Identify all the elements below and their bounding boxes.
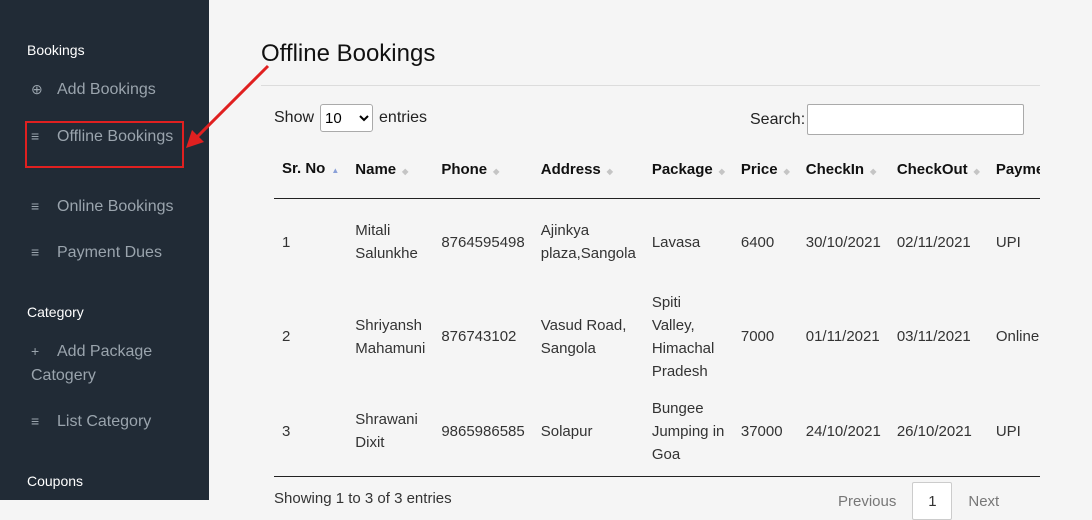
plus-icon: + <box>31 343 40 359</box>
sort-icon: ◆ <box>402 167 409 176</box>
sidebar-section-coupons: Coupons <box>27 473 84 489</box>
cell-payment: Online <box>995 328 1040 345</box>
page-length-control: Show 10 entries <box>274 104 427 132</box>
main-content: Offline Bookings Show 10 entries Search:… <box>209 0 1092 520</box>
cell-phone: 876743102 <box>441 328 517 345</box>
cell-address: Solapur <box>540 422 593 440</box>
cell-price: 37000 <box>740 422 783 440</box>
page-length-select[interactable]: 10 <box>320 104 374 132</box>
header-sr-no[interactable]: Sr. No ▲ <box>274 141 348 199</box>
cell-payment: UPI <box>995 233 1021 251</box>
cell-checkin: 30/10/2021 <box>805 233 881 251</box>
cell-sr-no: 3 <box>282 422 291 440</box>
cell-payment: UPI <box>995 422 1021 440</box>
cell-price: 6400 <box>740 233 775 251</box>
sidebar-item-online-bookings[interactable]: ≡ Online Bookings <box>31 194 201 219</box>
cell-checkin: 01/11/2021 <box>805 328 880 345</box>
sort-icon: ◆ <box>606 167 613 176</box>
cell-sr-no: 1 <box>282 233 291 251</box>
search-input[interactable] <box>807 104 1025 135</box>
cell-package: Lavasa <box>651 233 701 251</box>
list-icon: ≡ <box>31 413 40 429</box>
cell-name: Shriyansh Mahamuni <box>355 316 426 357</box>
cell-sr-no: 2 <box>282 328 291 345</box>
search-control: Search: <box>750 104 1025 135</box>
entries-label: entries <box>379 109 428 126</box>
header-payment[interactable]: Payment <box>987 141 1040 199</box>
sidebar-item-add-bookings[interactable]: ⊕ Add Bookings <box>31 77 201 102</box>
header-address[interactable]: Address ◆ <box>532 141 644 199</box>
next-button[interactable]: Next <box>968 493 999 510</box>
cell-package: Bungee Jumping in Goa <box>651 399 725 463</box>
page-title: Offline Bookings <box>261 40 436 67</box>
previous-button[interactable]: Previous <box>838 493 896 510</box>
show-label: Show <box>274 109 315 126</box>
list-icon: ≡ <box>31 198 40 214</box>
cell-name: Shrawani Dixit <box>355 411 418 451</box>
table-info: Showing 1 to 3 of 3 entries <box>274 490 452 507</box>
header-price[interactable]: Price ◆ <box>732 141 798 199</box>
bookings-table-container: Sr. No ▲ Name ◆ Phone ◆ Address ◆ Package ◆ P… <box>274 141 1040 477</box>
bookings-table: Sr. No ▲ Name ◆ Phone ◆ Address ◆ Package ◆ P… <box>274 141 1040 474</box>
sort-asc-icon: ▲ <box>331 165 340 175</box>
sidebar-item-payment-dues[interactable]: ≡ Payment Dues <box>31 240 201 265</box>
table-header-row: Sr. No ▲ Name ◆ Phone ◆ Address ◆ Package ◆ P… <box>274 141 1040 199</box>
sort-icon: ◆ <box>718 167 725 176</box>
title-divider <box>261 85 1040 86</box>
table-row: 1 Mitali Salunkhe 8764595498 Ajinkya pla… <box>274 199 1040 286</box>
cell-checkout: 03/11/2021 <box>896 328 971 345</box>
pagination: Previous 1 Next <box>838 482 999 520</box>
cell-address: Ajinkya plaza,Sangola <box>540 222 636 262</box>
cell-name: Mitali Salunkhe <box>355 222 418 262</box>
sidebar: Bookings ⊕ Add Bookings ≡ Offline Bookings… <box>0 0 209 500</box>
sort-icon: ◆ <box>973 167 980 176</box>
sidebar-item-list-category[interactable]: ≡ List Category <box>31 409 201 434</box>
sidebar-section-bookings: Bookings <box>27 42 85 58</box>
highlight-box <box>25 121 184 168</box>
sort-icon: ◆ <box>783 167 790 176</box>
cell-price: 7000 <box>740 328 775 345</box>
cell-package: Spiti Valley, Himachal Pradesh <box>651 293 715 380</box>
sort-icon: ◆ <box>870 167 877 176</box>
cell-checkout: 02/11/2021 <box>896 233 971 251</box>
sort-icon: ◆ <box>493 167 500 176</box>
table-row: 3 Shrawani Dixit 9865986585 Solapur Bung… <box>274 388 1040 474</box>
sidebar-item-add-package-category[interactable]: + Add Package Catogery <box>31 339 181 388</box>
header-name[interactable]: Name ◆ <box>347 141 434 199</box>
search-label: Search: <box>750 110 806 128</box>
sidebar-item-label: Add Bookings <box>57 81 156 98</box>
page-1-button[interactable]: 1 <box>912 482 953 520</box>
header-checkin[interactable]: CheckIn ◆ <box>797 141 889 199</box>
header-phone[interactable]: Phone ◆ <box>433 141 533 199</box>
header-checkout[interactable]: CheckOut ◆ <box>888 141 988 199</box>
sidebar-item-label: Online Bookings <box>57 198 174 215</box>
cell-checkin: 24/10/2021 <box>805 422 881 440</box>
add-circle-icon: ⊕ <box>31 81 43 97</box>
sidebar-item-label: List Category <box>57 413 152 430</box>
table-row: 2 Shriyansh Mahamuni 876743102 Vasud Roa… <box>274 285 1040 388</box>
table-bottom-rule <box>274 476 1040 477</box>
cell-phone: 9865986585 <box>441 422 525 440</box>
list-icon: ≡ <box>31 244 40 260</box>
cell-checkout: 26/10/2021 <box>896 422 972 440</box>
cell-phone: 8764595498 <box>441 233 525 251</box>
header-package[interactable]: Package ◆ <box>643 141 733 199</box>
cell-address: Vasud Road, Sangola <box>540 316 627 357</box>
sidebar-section-category: Category <box>27 304 84 320</box>
sidebar-item-label: Payment Dues <box>57 244 162 261</box>
